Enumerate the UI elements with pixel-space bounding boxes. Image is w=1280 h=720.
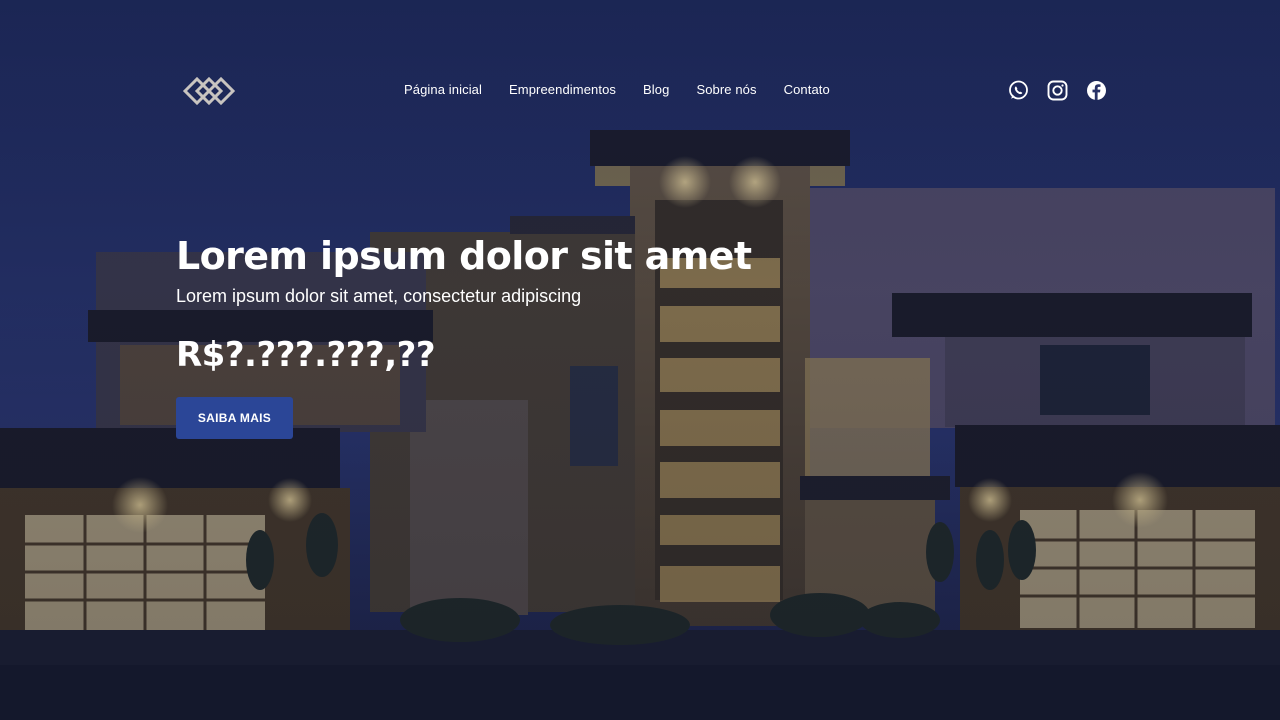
instagram-icon[interactable] <box>1047 80 1068 101</box>
logo-icon[interactable] <box>182 72 236 110</box>
nav-item-sobre-nos[interactable]: Sobre nós <box>696 82 756 97</box>
nav-item-pagina-inicial[interactable]: Página inicial <box>404 82 482 97</box>
main-navigation: Página inicial Empreendimentos Blog Sobr… <box>0 60 1280 122</box>
nav-item-blog[interactable]: Blog <box>643 82 669 97</box>
social-links <box>1008 80 1107 101</box>
hero-subtitle: Lorem ipsum dolor sit amet, consectetur … <box>176 286 582 306</box>
hero-content: Lorem ipsum dolor sit amet Lorem ipsum d… <box>176 233 796 375</box>
whatsapp-icon[interactable] <box>1008 80 1029 101</box>
facebook-icon[interactable] <box>1086 80 1107 101</box>
hero-title: Lorem ipsum dolor sit amet <box>176 234 752 278</box>
nav-item-contato[interactable]: Contato <box>784 82 830 97</box>
nav-item-empreendimentos[interactable]: Empreendimentos <box>509 82 616 97</box>
nav-menu: Página inicial Empreendimentos Blog Sobr… <box>404 82 857 97</box>
saiba-mais-button[interactable]: SAIBA MAIS <box>176 397 293 439</box>
hero-price: R$?.???.???,?? <box>176 335 436 375</box>
